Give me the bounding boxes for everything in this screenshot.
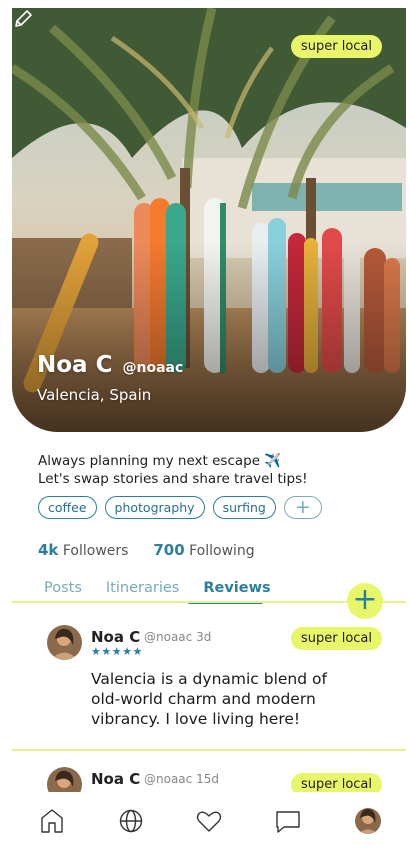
review-age: 3d: [196, 630, 212, 644]
following-link[interactable]: 700 Following: [153, 541, 255, 559]
tag-surfing[interactable]: surfing: [212, 496, 276, 519]
profile-handle: @noaac: [122, 360, 184, 376]
review-card: Noa C @noaac 3d ★★★★★ super local Valenc…: [47, 625, 382, 735]
followers-label: Followers: [62, 543, 129, 559]
followers-link[interactable]: 4k Followers: [38, 541, 133, 559]
following-count: 700: [153, 541, 185, 559]
reviewer-avatar[interactable]: [47, 625, 82, 660]
add-tag-button[interactable]: +: [283, 496, 322, 519]
tab-posts[interactable]: Posts: [44, 580, 82, 596]
review-meta: @noaac 15d: [144, 772, 219, 786]
review-divider: [12, 749, 406, 751]
tab-itineraries[interactable]: Itineraries: [106, 580, 179, 596]
bio-line: Always planning my next escape ✈️: [38, 453, 282, 469]
follow-stats: 4k Followers 700 Following: [38, 541, 255, 559]
interest-tags: coffee photography surfing +: [38, 496, 322, 519]
heart-icon[interactable]: [194, 806, 224, 836]
reviewer-handle: @noaac: [144, 772, 193, 786]
profile-location: Valencia, Spain: [37, 386, 152, 404]
review-text: Valencia is a dynamic blend of old-world…: [91, 670, 327, 728]
tag-coffee[interactable]: coffee: [38, 496, 97, 519]
chat-icon[interactable]: [273, 806, 303, 836]
review-stars: ★★★★★: [91, 645, 143, 658]
reviewer-name[interactable]: Noa C: [91, 770, 140, 788]
reviewer-name[interactable]: Noa C: [91, 628, 140, 646]
edit-pencil-icon[interactable]: [12, 8, 34, 30]
tab-reviews[interactable]: Reviews: [203, 580, 270, 596]
home-icon[interactable]: [37, 806, 67, 836]
profile-avatar[interactable]: [353, 806, 383, 836]
following-label: Following: [189, 543, 255, 559]
review-meta: @noaac 3d: [144, 630, 211, 644]
followers-count: 4k: [38, 541, 59, 559]
reviewer-handle: @noaac: [144, 630, 193, 644]
review-age: 15d: [196, 772, 219, 786]
review-card: Noa C @noaac 15d super local: [47, 767, 382, 795]
profile-name-line: Noa C @noaac: [37, 352, 183, 378]
add-review-button[interactable]: +: [347, 583, 383, 619]
tag-photography[interactable]: photography: [104, 496, 205, 519]
profile-hero: super local Noa C @noaac Valencia, Spain: [12, 8, 406, 432]
profile-bio: Always planning my next escape ✈️ Let's …: [38, 452, 308, 488]
globe-icon[interactable]: [116, 806, 146, 836]
super-local-badge: super local: [290, 627, 382, 650]
reviewer-avatar[interactable]: [47, 767, 82, 795]
bio-line: Let's swap stories and share travel tips…: [38, 471, 308, 487]
bottom-nav: [0, 792, 409, 850]
super-local-badge: super local: [290, 35, 382, 58]
profile-name: Noa C: [37, 352, 113, 378]
profile-tabs: Posts Itineraries Reviews: [44, 580, 271, 596]
